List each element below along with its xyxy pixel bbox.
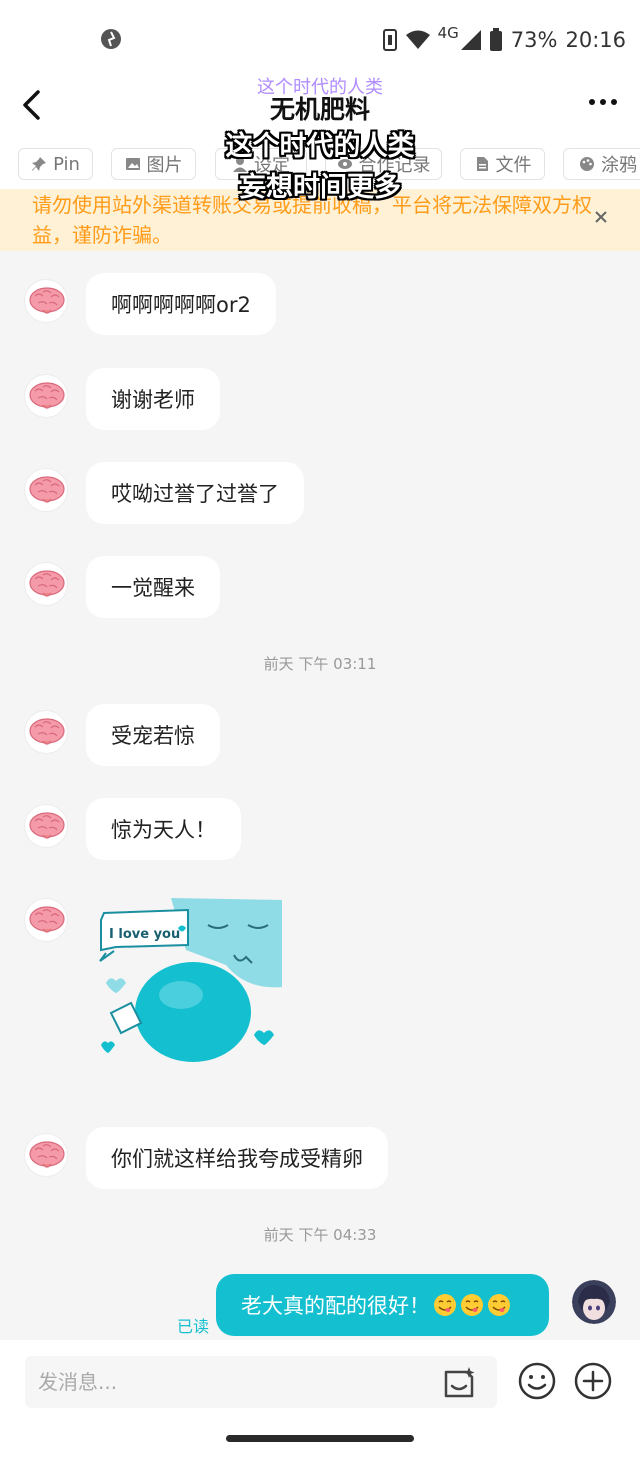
message-bubble[interactable]: 哎呦过誉了过誉了 [86, 462, 304, 524]
images-button[interactable]: 图片 [111, 148, 196, 180]
read-receipt: 已读 [177, 1317, 210, 1336]
eye-icon [337, 159, 352, 169]
avatar[interactable] [24, 1133, 68, 1177]
message-bubble[interactable]: 一觉醒来 [86, 556, 220, 618]
add-icon[interactable] [573, 1361, 613, 1401]
brain-icon [29, 476, 65, 503]
avatar[interactable] [24, 374, 68, 418]
home-indicator[interactable] [226, 1435, 414, 1442]
brain-icon [29, 718, 65, 745]
network-label: 4G [437, 24, 459, 42]
brain-icon [29, 812, 65, 839]
love-sticker-icon: I love you [99, 898, 282, 1062]
brain-icon [29, 570, 65, 597]
avatar[interactable] [24, 804, 68, 848]
files-label: 文件 [495, 155, 532, 176]
doodle-button[interactable]: 涂鸦 [563, 148, 640, 180]
notice-text: 请勿使用站外渠道转账交易或提前收稿，平台将无法保障双方权益，谨防诈骗。 [32, 193, 592, 247]
sticker-icon[interactable] [441, 1366, 477, 1402]
avatar[interactable] [24, 468, 68, 512]
safety-notice: 请勿使用站外渠道转账交易或提前收稿，平台将无法保障双方权益，谨防诈骗。 [0, 189, 640, 251]
pin-icon [32, 157, 47, 171]
palette-icon [580, 157, 594, 171]
image-icon [125, 158, 140, 170]
clock: 20:16 [565, 28, 626, 52]
files-button[interactable]: 文件 [460, 148, 545, 180]
message-bubble[interactable]: 谢谢老师 [86, 368, 220, 430]
wifi-icon [405, 30, 430, 49]
yummy-face-icon [488, 1294, 510, 1316]
svg-text:I love you: I love you [109, 927, 180, 942]
chat-toolbar: Pin 图片 设定 合作记录 文件 涂鸦 [0, 145, 640, 189]
page-title: 无机肥料 [269, 95, 370, 124]
yummy-face-icon [461, 1294, 483, 1316]
brain-icon [29, 382, 65, 409]
yummy-face-icon [434, 1294, 456, 1316]
status-right: 4G 73% 20:16 [382, 26, 626, 54]
input-bar [0, 1340, 640, 1458]
emoji-icon[interactable] [517, 1361, 557, 1401]
avatar[interactable] [24, 710, 68, 754]
vibrate-icon [382, 29, 397, 51]
message-input[interactable] [25, 1356, 497, 1408]
person-icon [233, 157, 247, 172]
brain-icon [29, 1141, 65, 1168]
my-avatar[interactable] [572, 1280, 616, 1324]
battery-label: 73% [510, 28, 558, 52]
vpn-icon [101, 29, 121, 49]
doodle-label: 涂鸦 [601, 155, 637, 176]
my-message-bubble[interactable]: 老大真的配的很好！ [216, 1274, 549, 1336]
timestamp: 前天 下午 04:33 [263, 1226, 377, 1244]
history-label: 合作记录 [358, 155, 431, 176]
sticker-image[interactable]: I love you [96, 895, 286, 1065]
status-bar: 4G 73% 20:16 [0, 0, 640, 80]
chat-header: 这个时代的人类 无机肥料 [0, 70, 640, 145]
brain-icon [29, 906, 65, 933]
message-bubble[interactable]: 惊为天人！ [86, 798, 241, 860]
timestamp: 前天 下午 03:11 [263, 655, 377, 673]
avatar[interactable] [24, 279, 68, 323]
close-icon[interactable] [594, 210, 608, 224]
more-options-icon[interactable] [588, 97, 618, 107]
avatar[interactable] [24, 562, 68, 606]
settings-button[interactable]: 设定 [215, 148, 307, 180]
message-bubble[interactable]: 你们就这样给我夸成受精卵 [86, 1127, 388, 1189]
message-bubble[interactable]: 受宠若惊 [86, 704, 220, 766]
signal-icon [460, 30, 481, 50]
message-bubble[interactable]: 啊啊啊啊啊or2 [86, 273, 276, 335]
pin-label: Pin [53, 153, 80, 175]
my-message-text: 老大真的配的很好！ [241, 1294, 430, 1318]
brain-icon [29, 287, 65, 314]
battery-icon [489, 28, 502, 51]
history-button[interactable]: 合作记录 [325, 148, 442, 180]
file-icon [476, 157, 488, 171]
anime-avatar-icon [572, 1280, 616, 1324]
images-label: 图片 [146, 155, 183, 176]
pin-button[interactable]: Pin [18, 148, 93, 180]
avatar[interactable] [24, 898, 68, 942]
settings-label: 设定 [254, 155, 290, 176]
